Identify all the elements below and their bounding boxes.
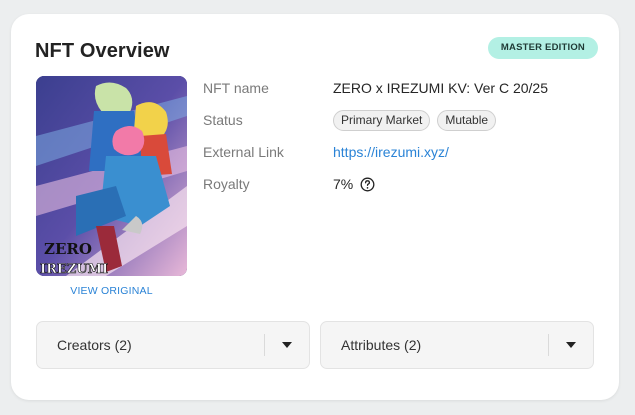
status-chip-mutable: Mutable <box>437 109 497 131</box>
nft-name-value: ZERO x IREZUMI KV: Ver C 20/25 <box>333 80 548 96</box>
nft-overview-card: NFT Overview MASTER EDITION ZERO IREZUMI… <box>11 14 619 400</box>
accordion-label: Attributes (2) <box>341 337 422 353</box>
attributes-accordion[interactable]: Attributes (2) <box>320 321 594 369</box>
status-chip-primary-market: Primary Market <box>333 109 431 131</box>
external-link[interactable]: https://irezumi.xyz/ <box>333 144 449 160</box>
detail-label: Royalty <box>203 176 250 192</box>
detail-row-status: Status Primary Market Mutable <box>203 108 603 132</box>
detail-label: External Link <box>203 144 284 160</box>
card-title: NFT Overview <box>35 40 170 62</box>
nft-artwork: ZERO IREZUMI <box>36 76 187 276</box>
art-title-line-1: ZERO <box>44 240 92 258</box>
view-original-link[interactable]: VIEW ORIGINAL <box>36 285 187 297</box>
status-chips: Primary Market Mutable <box>333 109 503 131</box>
caret-down-icon[interactable] <box>549 322 593 368</box>
nft-image[interactable]: ZERO IREZUMI <box>36 76 187 276</box>
help-circle-icon[interactable] <box>360 177 375 192</box>
detail-row-royalty: Royalty 7% <box>203 172 603 196</box>
caret-down-icon[interactable] <box>265 322 309 368</box>
detail-label: NFT name <box>203 80 269 96</box>
detail-row-nft-name: NFT name ZERO x IREZUMI KV: Ver C 20/25 <box>203 76 603 100</box>
edition-badge: MASTER EDITION <box>487 37 598 59</box>
accordion-label: Creators (2) <box>57 337 132 353</box>
royalty-value: 7% <box>333 176 354 192</box>
art-title-line-2: IREZUMI <box>40 262 108 276</box>
creators-accordion[interactable]: Creators (2) <box>36 321 310 369</box>
detail-label: Status <box>203 112 243 128</box>
detail-row-external-link: External Link https://irezumi.xyz/ <box>203 140 603 164</box>
